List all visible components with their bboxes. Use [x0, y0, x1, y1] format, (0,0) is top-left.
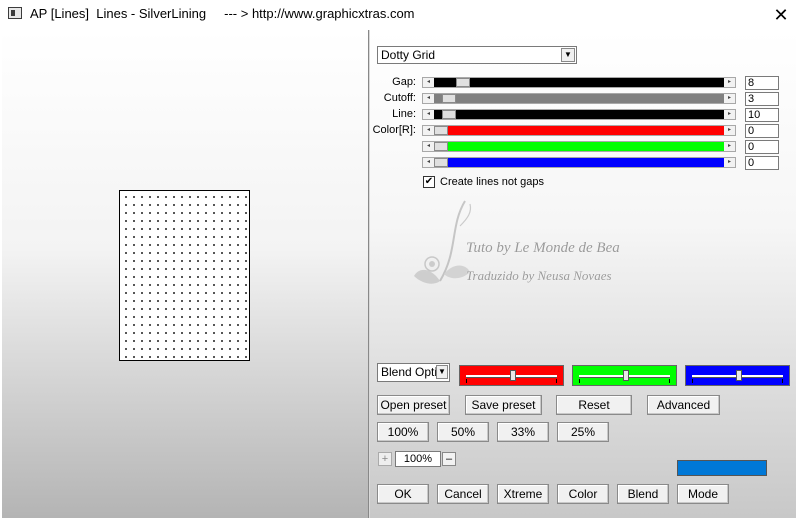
slider-thumb[interactable]	[456, 78, 470, 87]
slider-thumb[interactable]	[434, 158, 448, 167]
app-icon	[8, 7, 22, 19]
zoom-100-button[interactable]: 100%	[377, 422, 429, 442]
slider-thumb[interactable]	[434, 142, 448, 151]
mode-button[interactable]: Mode	[677, 484, 729, 504]
slider-3[interactable]: ◂ ▸	[422, 125, 736, 136]
arrow-left-icon[interactable]: ◂	[423, 126, 434, 135]
zoom-50-button[interactable]: 50%	[437, 422, 489, 442]
preset-dropdown[interactable]: Dotty Grid ▼	[377, 46, 577, 64]
slider-value-field[interactable]: 0	[745, 140, 779, 154]
slider-track-pre	[434, 94, 442, 103]
blend-slider-2[interactable]	[685, 365, 790, 386]
slider-label: Gap:	[392, 76, 416, 88]
blend-slider-thumb[interactable]	[736, 370, 742, 381]
arrow-left-icon[interactable]: ◂	[423, 110, 434, 119]
slider-track	[446, 126, 724, 135]
arrow-right-icon[interactable]: ▸	[724, 94, 735, 103]
slider-4[interactable]: ◂ ▸	[422, 141, 736, 152]
slider-value-field[interactable]: 10	[745, 108, 779, 122]
watermark-line-2: Traduzido by Neusa Novaes	[466, 268, 612, 283]
zoom-increase-button[interactable]: +	[378, 452, 392, 466]
ok-button[interactable]: OK	[377, 484, 429, 504]
zoom-25-button[interactable]: 25%	[557, 422, 609, 442]
slider-track	[454, 94, 724, 103]
arrow-left-icon[interactable]: ◂	[423, 94, 434, 103]
arrow-left-icon[interactable]: ◂	[423, 158, 434, 167]
slider-2[interactable]: ◂ ▸	[422, 109, 736, 120]
arrow-left-icon[interactable]: ◂	[423, 78, 434, 87]
slider-value-field[interactable]: 8	[745, 76, 779, 90]
slider-track	[446, 142, 724, 151]
slider-label: Cutoff:	[383, 92, 416, 104]
color-swatch[interactable]	[677, 460, 767, 476]
blend-slider-thumb[interactable]	[510, 370, 516, 381]
reset-button[interactable]: Reset	[556, 395, 632, 415]
slider-value-field[interactable]: 3	[745, 92, 779, 106]
arrow-right-icon[interactable]: ▸	[724, 158, 735, 167]
slider-label: Color[R]:	[372, 124, 416, 136]
arrow-right-icon[interactable]: ▸	[724, 110, 735, 119]
arrow-right-icon[interactable]: ▸	[724, 142, 735, 151]
slider-track-pre	[434, 78, 456, 87]
chevron-down-icon: ▼	[561, 48, 575, 62]
slider-track	[454, 110, 724, 119]
preset-dropdown-value: Dotty Grid	[381, 48, 436, 62]
window-title: AP [Lines] Lines - SilverLining --- > ht…	[30, 6, 415, 21]
xtreme-button[interactable]: Xtreme	[497, 484, 549, 504]
zoom-value-field[interactable]: 100%	[395, 451, 441, 467]
zoom-decrease-button[interactable]: –	[442, 452, 456, 466]
slider-track	[468, 78, 724, 87]
arrow-right-icon[interactable]: ▸	[724, 126, 735, 135]
slider-0[interactable]: ◂ ▸	[422, 77, 736, 88]
blend-options-value: Blend Optio	[381, 365, 444, 379]
zoom-33-button[interactable]: 33%	[497, 422, 549, 442]
close-icon[interactable]: ✕	[766, 0, 796, 30]
arrow-right-icon[interactable]: ▸	[724, 78, 735, 87]
create-lines-checkbox[interactable]: ✔	[423, 176, 435, 188]
slider-value-field[interactable]: 0	[745, 156, 779, 170]
blend-slider-1[interactable]	[572, 365, 677, 386]
color-button[interactable]: Color	[557, 484, 609, 504]
slider-label: Line:	[392, 108, 416, 120]
slider-1[interactable]: ◂ ▸	[422, 93, 736, 104]
advanced-button[interactable]: Advanced	[647, 395, 720, 415]
slider-thumb[interactable]	[434, 126, 448, 135]
blend-slider-thumb[interactable]	[623, 370, 629, 381]
create-lines-label: Create lines not gaps	[440, 176, 544, 188]
save-preset-button[interactable]: Save preset	[465, 395, 542, 415]
blend-button[interactable]: Blend	[617, 484, 669, 504]
watermark-line-1: Tuto by Le Monde de Bea	[466, 240, 620, 256]
blend-slider-0[interactable]	[459, 365, 564, 386]
check-icon: ✔	[424, 176, 434, 187]
open-preset-button[interactable]: Open preset	[377, 395, 450, 415]
slider-value-field[interactable]: 0	[745, 124, 779, 138]
slider-5[interactable]: ◂ ▸	[422, 157, 736, 168]
slider-track	[446, 158, 724, 167]
blend-options-dropdown[interactable]: Blend Optio ▼	[377, 363, 450, 382]
cancel-button[interactable]: Cancel	[437, 484, 489, 504]
slider-thumb[interactable]	[442, 94, 456, 103]
chevron-down-icon: ▼	[436, 365, 448, 379]
slider-track-pre	[434, 110, 442, 119]
slider-thumb[interactable]	[442, 110, 456, 119]
preview-image	[119, 190, 250, 361]
arrow-left-icon[interactable]: ◂	[423, 142, 434, 151]
